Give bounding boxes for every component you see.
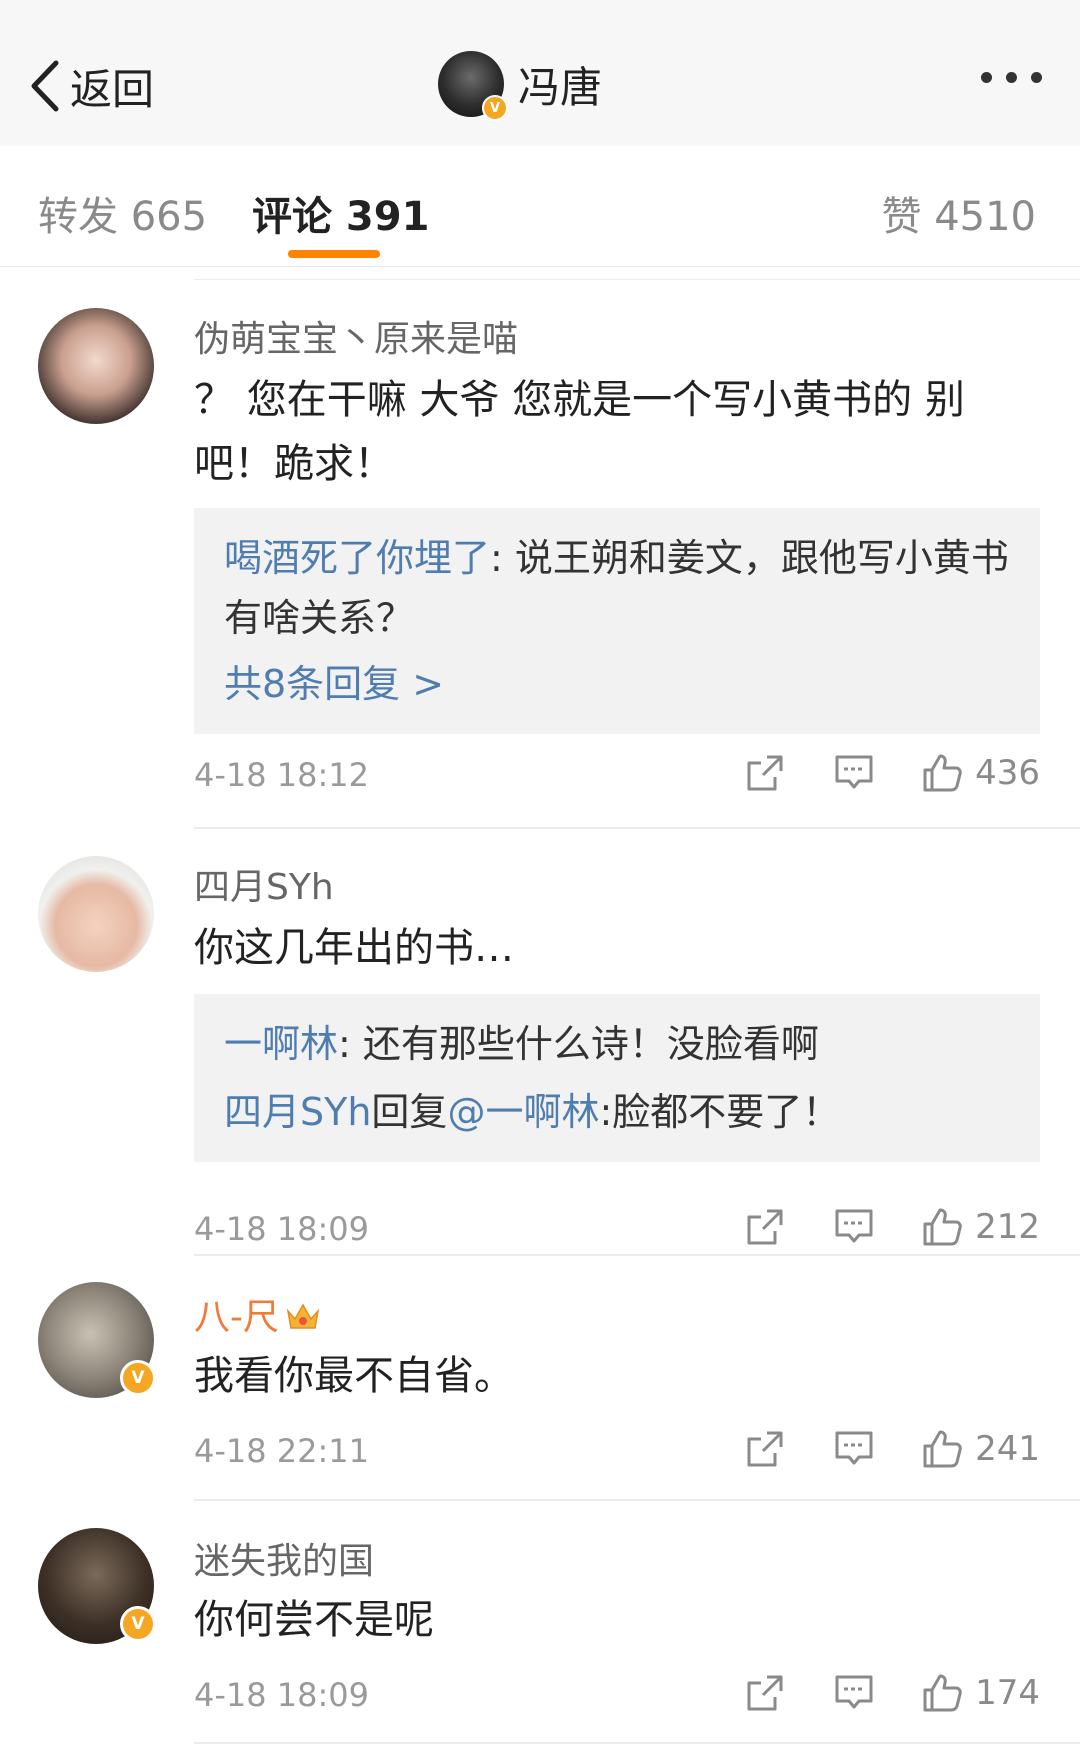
tab-comments[interactable]: 评论 391	[252, 184, 429, 242]
more-dots-icon[interactable]	[981, 72, 1042, 83]
back-chevron-icon	[31, 60, 59, 112]
repost-button[interactable]	[745, 753, 785, 793]
repost-icon	[747, 755, 783, 791]
like-icon	[923, 1430, 962, 1468]
comment-username[interactable]: 八-尺	[194, 1288, 321, 1340]
reply-box[interactable]: 喝酒死了你埋了: 说王朔和姜文，跟他写小黄书有啥关系？ 共8条回复 >	[194, 508, 1040, 734]
comment-actions: 212	[745, 1206, 1040, 1248]
comment-icon	[835, 1431, 873, 1465]
comment-text: 你何尝不是呢	[194, 1597, 434, 1643]
reply-username[interactable]: 四月SYh	[224, 1090, 371, 1134]
page-title: 冯唐	[518, 62, 603, 112]
comment-text: 我看你最不自省。	[194, 1353, 514, 1399]
comment-meta: 4-18 18:09 212	[194, 1206, 1040, 1256]
repost-button[interactable]	[745, 1207, 785, 1247]
avatar[interactable]	[38, 856, 154, 972]
like-button[interactable]: 174	[921, 1672, 1040, 1714]
reply-line: 喝酒死了你埋了: 说王朔和姜文，跟他写小黄书有啥关系？	[224, 528, 1010, 648]
reply-separator: :	[490, 536, 515, 580]
repost-icon	[747, 1209, 783, 1245]
comment-username[interactable]: 迷失我的国	[194, 1532, 374, 1584]
comment-meta: 4-18 18:12 436	[194, 752, 1040, 802]
active-tab-indicator	[288, 250, 380, 258]
comment-icon	[835, 1209, 873, 1243]
comment-button[interactable]	[833, 1429, 875, 1469]
like-icon	[923, 1674, 962, 1712]
comment-date: 4-18 22:11	[194, 1432, 370, 1470]
comment-button[interactable]	[833, 1673, 875, 1713]
repost-icon	[747, 1431, 783, 1467]
comment-button[interactable]	[833, 1207, 875, 1247]
comment-actions: 174	[745, 1672, 1040, 1714]
crown-icon	[286, 1303, 320, 1329]
tab-bar: 转发 665 评论 391 赞 4510	[0, 146, 1080, 267]
repost-icon	[747, 1675, 783, 1711]
comment-date: 4-18 18:09	[194, 1676, 370, 1714]
like-icon	[923, 1208, 962, 1246]
like-button[interactable]: 436	[921, 752, 1040, 794]
like-count: 436	[975, 753, 1040, 793]
comment-icon	[835, 755, 873, 789]
avatar[interactable]: V	[438, 51, 508, 121]
avatar[interactable]: V	[38, 1282, 156, 1398]
verified-icon: V	[120, 1360, 156, 1396]
comment-actions: 241	[745, 1428, 1040, 1470]
like-count: 212	[975, 1207, 1040, 1247]
reply-separator: :	[338, 1022, 363, 1066]
repost-button[interactable]	[745, 1673, 785, 1713]
avatar[interactable]	[38, 308, 154, 424]
verified-icon: V	[482, 95, 508, 121]
reply-text: :脸都不要了！	[599, 1090, 841, 1134]
comment-icon	[835, 1675, 873, 1709]
like-count: 241	[975, 1429, 1040, 1469]
comment-date: 4-18 18:09	[194, 1210, 370, 1248]
repost-button[interactable]	[745, 1429, 785, 1469]
divider	[194, 279, 1080, 280]
comment-button[interactable]	[833, 753, 875, 793]
verified-icon: V	[120, 1606, 156, 1642]
comment-text: ？ 您在干嘛 大爷 您就是一个写小黄书的 别吧！跪求！	[194, 377, 965, 487]
comment-text: 你这几年出的书…	[194, 925, 514, 971]
profile-header[interactable]: V 冯唐	[438, 50, 603, 121]
comment-username[interactable]: 四月SYh	[194, 858, 334, 910]
avatar[interactable]: V	[38, 1528, 156, 1644]
comment-date: 4-18 18:12	[194, 756, 370, 794]
comment-actions: 436	[745, 752, 1040, 794]
like-button[interactable]: 241	[921, 1428, 1040, 1470]
reply-mention[interactable]: @一啊林	[447, 1090, 599, 1134]
reply-line: 一啊林: 还有那些什么诗！没脸看啊	[224, 1014, 1010, 1074]
like-count: 174	[975, 1673, 1040, 1713]
reply-box[interactable]: 一啊林: 还有那些什么诗！没脸看啊 四月SYh回复@一啊林:脸都不要了！	[194, 994, 1040, 1162]
divider	[194, 1742, 1080, 1744]
comment-meta: 4-18 18:09 174	[194, 1672, 1040, 1722]
divider	[194, 827, 1080, 829]
navigation-bar: 返回 V 冯唐	[0, 0, 1080, 147]
reply-text: 还有那些什么诗！没脸看啊	[362, 1022, 819, 1066]
back-button[interactable]: 返回	[30, 56, 154, 116]
comment-meta: 4-18 22:11 241	[194, 1428, 1040, 1478]
like-icon	[923, 754, 962, 792]
tab-likes[interactable]: 赞 4510	[881, 184, 1036, 242]
divider	[194, 1254, 1080, 1256]
like-button[interactable]: 212	[921, 1206, 1040, 1248]
divider	[194, 1499, 1080, 1501]
comment-username[interactable]: 伪萌宝宝丶原来是喵	[194, 310, 518, 362]
more-replies-link[interactable]: 共8条回复 >	[224, 654, 1010, 714]
username-text: 八-尺	[194, 1297, 279, 1338]
reply-line: 四月SYh回复@一啊林:脸都不要了！	[224, 1082, 1010, 1142]
reply-username[interactable]: 一啊林	[224, 1022, 338, 1066]
reply-verb: 回复	[371, 1090, 448, 1134]
tab-reposts[interactable]: 转发 665	[38, 184, 207, 242]
back-label: 返回	[70, 64, 155, 114]
reply-username[interactable]: 喝酒死了你埋了	[224, 536, 490, 580]
